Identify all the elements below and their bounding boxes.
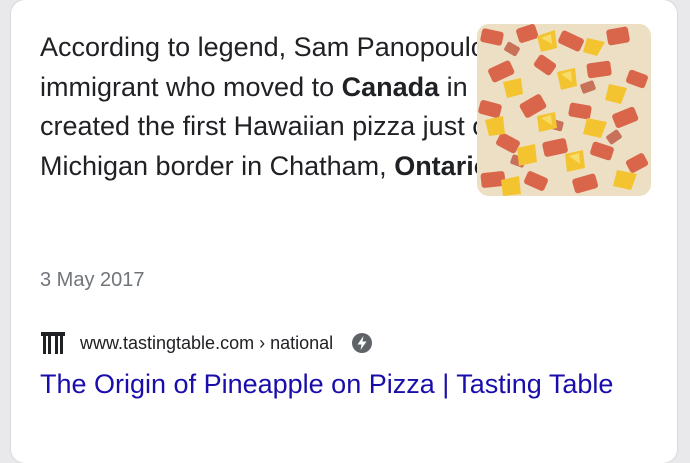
result-title-link[interactable]: The Origin of Pineapple on Pizza | Tasti… [40, 364, 640, 404]
amp-lightning-icon [352, 333, 373, 353]
pizza-thumbnail-image[interactable] [477, 24, 651, 196]
snippet-date: 3 May 2017 [40, 269, 145, 291]
source-url[interactable]: www.tastingtable.com › national [80, 330, 333, 356]
featured-snippet-card: According to legend, Sam Panopoulos, a G… [11, 0, 677, 463]
snippet-bold-ontario: Ontario [394, 150, 491, 181]
source-row[interactable]: www.tastingtable.com › national [40, 328, 373, 358]
tasting-table-logo-icon [41, 332, 65, 354]
snippet-bold-canada: Canada [341, 71, 440, 102]
